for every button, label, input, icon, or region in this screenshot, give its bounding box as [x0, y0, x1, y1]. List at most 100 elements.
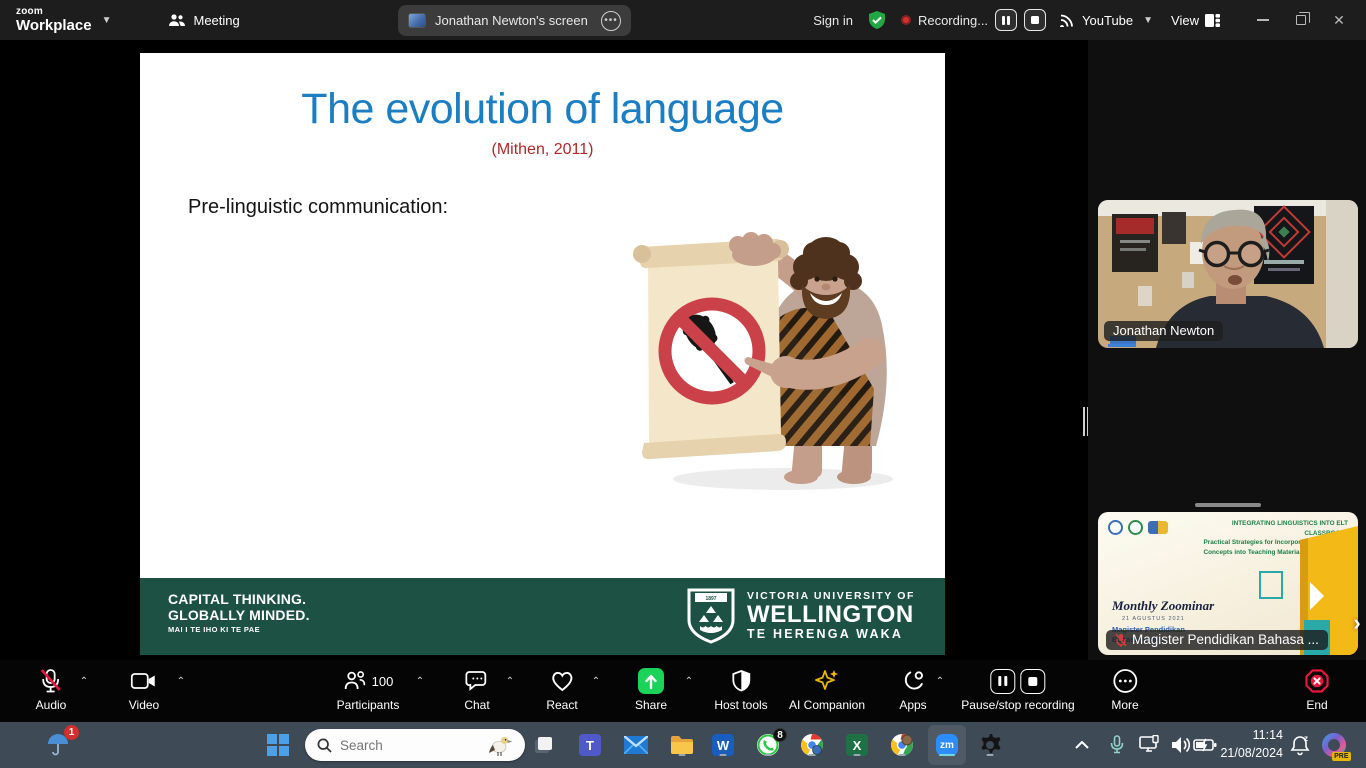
more-button[interactable]: More [1111, 668, 1138, 712]
view-button[interactable]: View [1171, 13, 1220, 28]
apps-icon [901, 669, 925, 693]
video-button[interactable]: Video [129, 668, 159, 712]
tray-clock[interactable]: 11:14 21/08/2024 [1220, 726, 1283, 762]
restore-button[interactable] [1282, 0, 1320, 40]
tray-display-icon[interactable] [1137, 732, 1163, 758]
mic-muted-icon [40, 668, 62, 694]
host-tools-button[interactable]: Host tools [714, 668, 767, 712]
audio-label: Audio [36, 698, 67, 712]
apps-button[interactable]: Apps [899, 668, 926, 712]
layout-icon [1205, 14, 1220, 27]
excel-app-icon[interactable]: X [844, 732, 870, 758]
share-button[interactable]: Share [635, 668, 667, 712]
participant-video-magister[interactable]: INTEGRATING LINGUISTICS INTO ELT CLASSRO… [1098, 512, 1358, 655]
mail-app-icon[interactable] [623, 732, 649, 758]
minimize-button[interactable] [1244, 0, 1282, 40]
running-indicator [765, 754, 772, 757]
tray-expand-chevron-icon[interactable] [1069, 732, 1095, 758]
view-label: View [1171, 13, 1199, 28]
react-chevron-icon[interactable]: ⌃ [592, 676, 600, 687]
task-view-icon[interactable] [530, 732, 556, 758]
search-input[interactable] [340, 738, 460, 753]
share-label: Share [635, 698, 667, 712]
tray-notification-bell-icon[interactable]: z [1287, 732, 1313, 758]
copilot-icon[interactable]: PRE [1321, 732, 1347, 758]
footer-tagline-maori: MAI I TE IHO KI TE PAE [168, 626, 310, 634]
end-meeting-icon [1304, 668, 1330, 694]
participant-name-tag: Jonathan Newton [1104, 321, 1223, 341]
clock-date: 21/08/2024 [1220, 744, 1283, 762]
share-chevron-icon[interactable]: ⌃ [685, 676, 693, 687]
audio-button[interactable]: Audio [36, 668, 67, 712]
sign-in-button[interactable]: Sign in [813, 13, 853, 28]
participants-label: Participants [337, 698, 400, 712]
tray-volume-icon[interactable] [1168, 732, 1194, 758]
shared-screen-label: Jonathan Newton's screen [435, 13, 588, 28]
university-logo-block: 1897 VICTORIA UNIVERSITY OF WELLINGTON T… [687, 588, 915, 644]
start-button[interactable] [265, 732, 291, 758]
react-button[interactable]: React [546, 668, 577, 712]
host-tools-label: Host tools [714, 698, 767, 712]
uni-name-line3: TE HERENGA WAKA [747, 628, 915, 641]
video-chevron-icon[interactable]: ⌃ [177, 676, 185, 687]
youtube-label: YouTube [1082, 13, 1133, 28]
pause-stop-label: Pause/stop recording [961, 698, 1074, 712]
tray-battery-icon[interactable] [1192, 732, 1218, 758]
host-tools-shield-icon [730, 669, 752, 693]
more-ellipsis-icon [1112, 668, 1138, 694]
running-indicator [899, 754, 906, 757]
pause-stop-recording-button[interactable]: Pause/stop recording [961, 668, 1074, 712]
word-app-icon[interactable]: W [710, 732, 736, 758]
apps-chevron-icon[interactable]: ⌃ [936, 676, 944, 687]
chrome-app-icon[interactable] [799, 732, 825, 758]
security-shield-icon[interactable] [867, 10, 887, 30]
slide-footer-banner: CAPITAL THINKING. GLOBALLY MINDED. MAI I… [140, 578, 945, 655]
teams-app-icon[interactable]: T [577, 732, 603, 758]
settings-gear-icon[interactable] [977, 732, 1003, 758]
svg-text:1897: 1897 [705, 596, 716, 602]
slide-title: The evolution of language [140, 85, 945, 134]
chat-chevron-icon[interactable]: ⌃ [506, 676, 514, 687]
pill-more-options-icon[interactable]: ••• [601, 11, 621, 31]
caveman-illustration [618, 221, 908, 499]
running-indicator [720, 754, 727, 757]
share-screen-icon [638, 668, 664, 694]
pause-recording-icon[interactable] [991, 669, 1016, 694]
svg-text:z: z [1304, 734, 1308, 743]
chrome-profile-app-icon[interactable] [889, 732, 915, 758]
tab-meeting[interactable]: Meeting [168, 13, 240, 28]
zoom-app-icon[interactable]: zm [934, 732, 960, 758]
video-accent-line [1108, 344, 1136, 347]
workspace-chevron-down-icon[interactable]: ▼ [102, 15, 112, 26]
panel-resize-handle[interactable] [1083, 407, 1089, 436]
participants-button[interactable]: 100 Participants [337, 668, 400, 712]
participants-chevron-icon[interactable]: ⌃ [416, 676, 424, 687]
file-explorer-icon[interactable] [669, 732, 695, 758]
zoom-workplace-logo: zoom Workplace [16, 7, 92, 33]
meeting-toolbar: Audio ⌃ Video ⌃ 100 [0, 660, 1366, 722]
participant-video-jonathan-newton[interactable]: Jonathan Newton [1098, 200, 1358, 348]
taskbar-search-box[interactable] [305, 729, 525, 761]
end-button[interactable]: End [1304, 668, 1330, 712]
pause-recording-button[interactable] [995, 9, 1017, 31]
running-indicator-active [939, 754, 955, 757]
audio-chevron-icon[interactable]: ⌃ [80, 676, 88, 687]
search-highlight-bird-icon[interactable] [487, 732, 513, 758]
screen-share-icon [408, 13, 426, 28]
close-button[interactable]: ✕ [1320, 0, 1358, 40]
gallery-next-chevron-icon[interactable]: › [1348, 605, 1366, 641]
stop-recording-icon[interactable] [1021, 669, 1046, 694]
recording-label: Recording... [918, 13, 988, 28]
stop-recording-button[interactable] [1024, 9, 1046, 31]
whatsapp-app-icon[interactable]: 8 [755, 732, 781, 758]
shared-screen-pill[interactable]: Jonathan Newton's screen ••• [398, 5, 631, 36]
footer-tagline-2: GLOBALLY MINDED. [168, 608, 310, 624]
live-stream-control[interactable]: YouTube ▼ [1060, 13, 1157, 28]
end-label: End [1306, 698, 1327, 712]
ai-companion-button[interactable]: AI Companion [789, 668, 865, 712]
running-indicator [809, 754, 816, 757]
zoom-app-window: zoom Workplace ▼ Meeting Jonathan Newton… [0, 0, 1366, 768]
panel-drag-handle[interactable] [1195, 503, 1261, 507]
chat-button[interactable]: Chat [464, 668, 489, 712]
tray-mic-icon[interactable] [1104, 732, 1130, 758]
